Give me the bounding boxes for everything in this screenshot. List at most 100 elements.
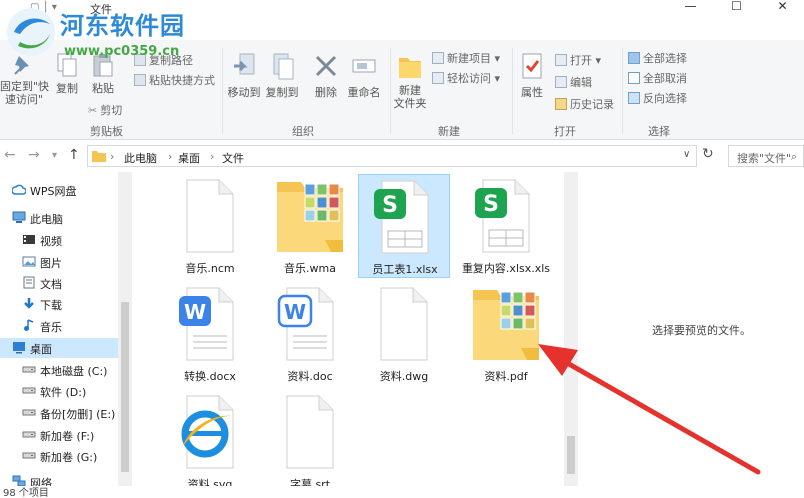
maximize-button[interactable]: ☐: [714, 0, 759, 16]
file-item[interactable]: 资料.pdf: [460, 282, 552, 386]
nav-item[interactable]: 文档: [0, 273, 118, 293]
drive-icon: [22, 363, 36, 376]
file-item[interactable]: 字幕.srt: [264, 390, 356, 486]
delete-button[interactable]: 删除: [310, 52, 342, 100]
minimize-button[interactable]: —: [668, 0, 713, 16]
rename-label: 重命名: [347, 86, 381, 99]
new-folder-button[interactable]: 新建 文件夹: [392, 52, 428, 110]
drive-icon: [22, 384, 36, 397]
search-placeholder: 搜索"文件": [737, 152, 792, 165]
breadcrumb-this-pc[interactable]: 此电脑: [124, 150, 157, 166]
file-item[interactable]: 音乐.wma: [264, 174, 356, 278]
nav-item[interactable]: 新加卷 (G:): [0, 446, 118, 466]
nav-item-label: 软件 (D:): [40, 386, 87, 399]
properties-label: 属性: [521, 86, 543, 99]
file-name: 资料.dwg: [379, 370, 429, 383]
file-item[interactable]: W 转换.docx: [164, 282, 256, 386]
properties-button[interactable]: 属性: [514, 52, 550, 100]
documents-folder-icon: [22, 276, 36, 289]
open-group-label: 打开: [554, 125, 576, 138]
close-button[interactable]: ✕: [760, 0, 804, 16]
quick-access-toolbar[interactable]: ▢ │ ▾: [30, 2, 57, 13]
address-bar[interactable]: › 此电脑 › 桌面 › 文件 ∨: [87, 145, 697, 167]
nav-item[interactable]: 视频: [0, 230, 118, 250]
nav-item[interactable]: 图片: [0, 252, 118, 272]
select-all-button[interactable]: 全部选择: [628, 50, 687, 66]
title-bar: ▢ │ ▾ 文件 — ☐ ✕: [0, 0, 804, 16]
new-item-label: 新建项目: [447, 52, 491, 65]
nav-item[interactable]: 音乐: [0, 316, 118, 336]
cloud-icon: [11, 183, 27, 196]
copy-to-button[interactable]: 复制到: [264, 52, 300, 100]
copy-path-button[interactable]: 复制路径: [134, 52, 193, 68]
nav-item-label: 新加卷 (F:): [40, 430, 95, 443]
file-item[interactable]: W 资料.doc: [264, 282, 356, 386]
file-blank-icon: [175, 178, 245, 256]
file-blank-icon: [275, 394, 345, 472]
nav-item[interactable]: 软件 (D:): [0, 381, 118, 401]
rename-button[interactable]: 重命名: [344, 52, 384, 100]
ribbon-separator: [390, 48, 391, 134]
file-item[interactable]: 资料.svg: [164, 390, 256, 486]
paste-shortcut-label: 粘贴快捷方式: [149, 74, 215, 87]
computer-icon: [12, 211, 26, 224]
rename-icon: [352, 59, 376, 73]
cut-button[interactable]: ✂ 剪切: [88, 102, 122, 118]
paste-button[interactable]: 粘贴: [88, 52, 118, 96]
refresh-button[interactable]: ↻: [702, 146, 714, 162]
file-item[interactable]: 音乐.ncm: [164, 174, 256, 278]
up-button[interactable]: ↑: [68, 147, 80, 163]
history-button[interactable]: 历史记录: [555, 96, 614, 112]
select-none-button[interactable]: 全部取消: [628, 70, 687, 86]
ribbon-separator: [622, 48, 623, 134]
clipboard-group-label: 剪贴板: [90, 125, 123, 138]
nav-item[interactable]: 此电脑: [0, 208, 118, 228]
select-group-label: 选择: [648, 125, 670, 138]
search-input[interactable]: 搜索"文件" ⌕: [728, 145, 804, 167]
file-item[interactable]: S 重复内容.xlsx.xls: [460, 174, 552, 278]
pin-quick-access-button[interactable]: 固定到"快 速访问": [0, 52, 49, 106]
nav-item[interactable]: WPS网盘: [0, 180, 118, 200]
nav-scrollbar-thumb[interactable]: [121, 302, 129, 472]
nav-item[interactable]: 本地磁盘 (C:): [0, 360, 118, 380]
copy-to-icon: [273, 53, 294, 80]
content-scrollbar[interactable]: [564, 172, 578, 486]
paste-shortcut-button[interactable]: 粘贴快捷方式: [134, 72, 215, 88]
preview-pane: 选择要预览的文件。: [582, 172, 804, 486]
file-item[interactable]: S 员工表1.xlsx: [358, 174, 450, 278]
address-dropdown-icon[interactable]: ∨: [683, 149, 690, 160]
new-item-button[interactable]: 新建项目 ▾: [432, 50, 500, 66]
back-button[interactable]: ←: [4, 147, 16, 163]
easy-access-button[interactable]: 轻松访问 ▾: [432, 70, 500, 86]
file-name: 字幕.srt: [289, 478, 331, 486]
drive-icon: [22, 406, 36, 419]
invert-selection-icon: [628, 92, 640, 104]
copy-button[interactable]: 复制: [52, 52, 82, 96]
select-none-label: 全部取消: [643, 72, 687, 85]
edit-button[interactable]: 编辑: [555, 74, 592, 90]
nav-item[interactable]: 桌面: [0, 338, 118, 358]
recent-locations-button[interactable]: ▾: [52, 150, 57, 161]
forward-button[interactable]: →: [28, 147, 40, 163]
navigation-pane: WPS网盘此电脑 视频 图片 文档 下载 音乐 桌面 本地磁盘 (C:) 软件 (D:) 备份[勿…: [0, 172, 132, 490]
nav-item[interactable]: 下载: [0, 294, 118, 314]
open-button[interactable]: 打开 ▾: [555, 52, 601, 68]
breadcrumb-desktop[interactable]: 桌面: [178, 150, 200, 166]
nav-item[interactable]: 新加卷 (F:): [0, 425, 118, 445]
svg-text:W: W: [184, 300, 206, 324]
content-scrollbar-thumb[interactable]: [567, 436, 575, 474]
search-icon: ⌕: [791, 150, 798, 163]
nav-scrollbar[interactable]: [118, 172, 132, 486]
file-item[interactable]: 资料.dwg: [358, 282, 450, 386]
file-list: 音乐.ncm 音乐.wma S 员工表1.xlsx S 重复内容.xlsx.xl…: [134, 172, 580, 486]
breadcrumb-files[interactable]: 文件: [222, 150, 244, 166]
file-blank-icon: [369, 286, 439, 364]
invert-selection-button[interactable]: 反向选择: [628, 90, 687, 106]
file-name: 员工表1.xlsx: [372, 263, 438, 276]
video-folder-icon: [22, 233, 36, 246]
file-name: 重复内容.xlsx.xls: [461, 262, 551, 275]
nav-item-label: WPS网盘: [30, 185, 77, 198]
drive-icon: [22, 428, 36, 441]
nav-item[interactable]: 备份[勿删] (E:): [0, 403, 118, 423]
move-to-button[interactable]: 移动到: [226, 52, 262, 100]
